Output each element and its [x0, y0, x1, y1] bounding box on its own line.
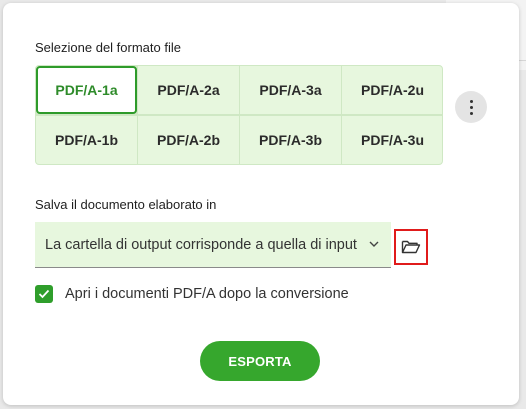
save-location-label: Salva il documento elaborato in: [35, 197, 217, 212]
format-option-pdfa-3u[interactable]: PDF/A-3u: [342, 116, 442, 164]
more-vertical-icon: [469, 99, 473, 103]
more-options-button[interactable]: [455, 91, 487, 123]
output-folder-value: La cartella di output corrisponde a quel…: [45, 236, 357, 253]
open-after-conversion-label: Apri i documenti PDF/A dopo la conversio…: [65, 286, 349, 302]
browse-folder-button[interactable]: [394, 229, 428, 265]
export-button[interactable]: ESPORTA: [200, 341, 320, 381]
format-option-pdfa-2b[interactable]: PDF/A-2b: [138, 116, 239, 164]
format-option-pdfa-2a[interactable]: PDF/A-2a: [138, 66, 239, 114]
format-section-label: Selezione del formato file: [35, 40, 181, 55]
format-option-pdfa-1a[interactable]: PDF/A-1a: [36, 66, 137, 114]
checkmark-icon: [38, 289, 50, 299]
format-option-pdfa-3b[interactable]: PDF/A-3b: [240, 116, 341, 164]
more-vertical-icon-dot: [469, 111, 473, 115]
format-grid: PDF/A-1a PDF/A-2a PDF/A-3a PDF/A-2u PDF/…: [35, 65, 443, 165]
format-option-pdfa-2u[interactable]: PDF/A-2u: [342, 66, 442, 114]
open-after-conversion-row: Apri i documenti PDF/A dopo la conversio…: [35, 285, 349, 303]
pdfa-export-panel: Selezione del formato file PDF/A-1a PDF/…: [3, 3, 519, 405]
folder-open-icon: [401, 240, 421, 254]
chevron-down-icon: [369, 241, 379, 247]
output-folder-select[interactable]: La cartella di output corrisponde a quel…: [35, 222, 391, 268]
open-after-conversion-checkbox[interactable]: [35, 285, 53, 303]
format-option-pdfa-3a[interactable]: PDF/A-3a: [240, 66, 341, 114]
format-option-pdfa-1b[interactable]: PDF/A-1b: [36, 116, 137, 164]
more-vertical-icon-dot: [469, 105, 473, 109]
